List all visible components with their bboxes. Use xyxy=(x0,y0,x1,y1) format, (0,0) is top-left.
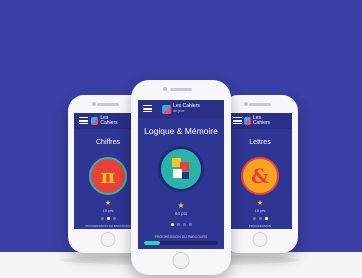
home-button[interactable] xyxy=(172,252,190,269)
star-icon: ★ xyxy=(256,200,264,207)
home-button[interactable] xyxy=(100,232,116,247)
app-logo: Les Cahiers de jeux xyxy=(162,104,200,114)
score-text: 18 pts xyxy=(254,208,266,213)
category-title: Lettres xyxy=(249,139,271,146)
promo-stage: Les Cahiers Chiffres π ★ 15 pts PROGRESS… xyxy=(0,0,362,278)
page-dot[interactable] xyxy=(182,223,186,226)
logo-text: Les Cahiers de jeux xyxy=(173,103,200,114)
menu-icon[interactable] xyxy=(233,117,242,124)
progress-label: PROGRESSION xyxy=(248,224,272,228)
page-dot[interactable] xyxy=(188,223,192,226)
phone-center: Les Cahiers de jeux Logique & Mémoire ★ … xyxy=(131,80,231,275)
page-dot-active[interactable] xyxy=(170,223,174,226)
app-logo: Les Cahiers xyxy=(91,116,125,126)
page-dot[interactable] xyxy=(100,217,104,220)
app-header: Les Cahiers xyxy=(228,113,292,129)
puzzle-blocks-icon xyxy=(172,158,189,179)
logo-mark-icon xyxy=(244,117,251,125)
page-dots xyxy=(138,223,224,226)
phone-center-screen: Les Cahiers de jeux Logique & Mémoire ★ … xyxy=(138,100,224,249)
home-button[interactable] xyxy=(252,232,268,247)
phone-speaker xyxy=(170,88,192,91)
page-dot[interactable] xyxy=(112,217,116,220)
star-icon: ★ xyxy=(177,201,185,210)
menu-icon[interactable] xyxy=(143,105,152,112)
app-header: Les Cahiers de jeux xyxy=(138,100,224,118)
logo-mark-icon xyxy=(91,117,99,125)
phone-speaker xyxy=(97,103,119,106)
phone-right-screen: Les Cahiers Lettres & ★ 18 pts PROGRESSI… xyxy=(228,113,292,229)
logo-mark-icon xyxy=(162,104,172,114)
page-dot[interactable] xyxy=(258,217,262,220)
phone-right: Les Cahiers Lettres & ★ 18 pts PROGRESSI… xyxy=(222,95,298,253)
logo-text: Les Cahiers xyxy=(100,115,118,126)
page-dot-active[interactable] xyxy=(264,217,268,220)
app-logo: Les Cahiers xyxy=(244,116,276,126)
logo-text: Les Cahiers xyxy=(252,115,271,126)
menu-icon[interactable] xyxy=(79,117,88,124)
page-dot-active[interactable] xyxy=(106,217,110,220)
ampersand-glyph-icon: & xyxy=(250,164,270,188)
progress-label: PROGRESSION DU PARCOURS xyxy=(154,235,208,239)
score-text: 94 pts xyxy=(174,211,188,216)
page-dot[interactable] xyxy=(252,217,256,220)
category-circle[interactable] xyxy=(158,146,204,192)
phone-camera-icon xyxy=(92,102,96,106)
phone-camera-icon xyxy=(244,102,248,106)
progress-bar xyxy=(144,241,218,245)
page-dots xyxy=(228,217,292,220)
pi-glyph-icon: π xyxy=(100,164,116,188)
phone-speaker xyxy=(249,103,271,106)
page-dot[interactable] xyxy=(176,223,180,226)
category-circle[interactable]: π xyxy=(89,157,127,195)
phone-camera-icon xyxy=(163,87,167,91)
progress-fill xyxy=(144,241,161,245)
category-title: Logique & Mémoire xyxy=(144,126,218,136)
category-circle[interactable]: & xyxy=(241,157,279,195)
